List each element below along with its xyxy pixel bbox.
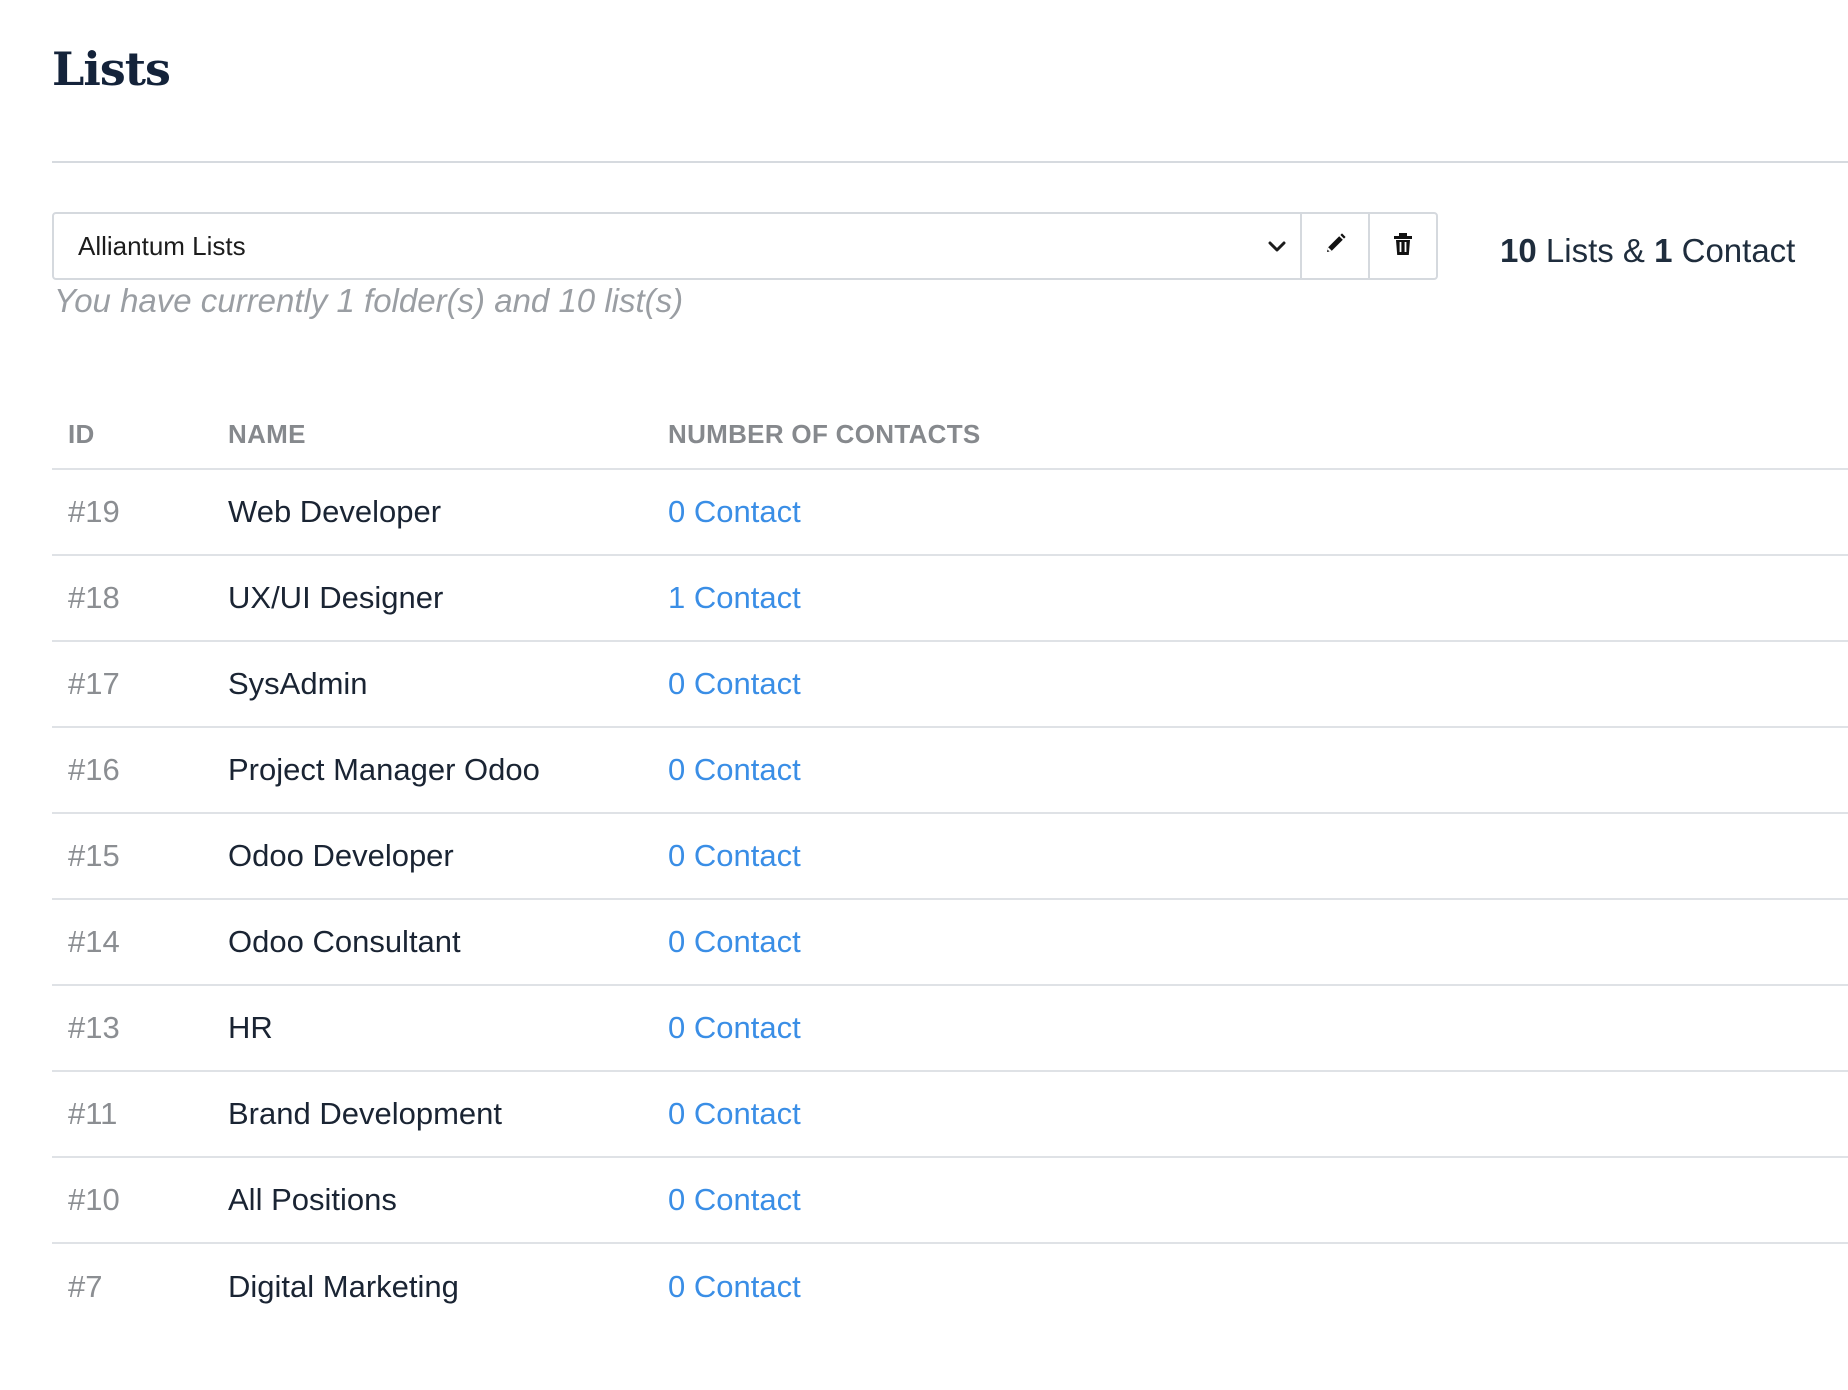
row-id: #19 (68, 494, 120, 529)
row-id: #18 (68, 580, 120, 615)
folder-toolbar: Alliantum Lists (52, 212, 1438, 280)
row-name[interactable]: All Positions (228, 1182, 397, 1218)
contacts-label: Contact (1672, 232, 1796, 269)
row-id: #15 (68, 838, 120, 873)
row-id: #11 (68, 1096, 118, 1131)
row-contacts-link[interactable]: 0 Contact (668, 838, 801, 874)
table-row[interactable]: #16 Project Manager Odoo 0 Contact (52, 728, 1848, 814)
header-contacts[interactable]: NUMBER OF CONTACTS (668, 419, 981, 450)
table-row[interactable]: #7 Digital Marketing 0 Contact (52, 1244, 1848, 1330)
table-row[interactable]: #11 Brand Development 0 Contact (52, 1072, 1848, 1158)
folder-select[interactable]: Alliantum Lists (54, 214, 1300, 278)
row-name[interactable]: Web Developer (228, 494, 441, 530)
page-title: Lists (52, 42, 171, 96)
table-row[interactable]: #18 UX/UI Designer 1 Contact (52, 556, 1848, 642)
row-id: #10 (68, 1182, 120, 1217)
row-name[interactable]: Odoo Consultant (228, 924, 461, 960)
folder-select-value: Alliantum Lists (78, 230, 246, 261)
row-contacts-link[interactable]: 0 Contact (668, 924, 801, 960)
row-name[interactable]: Digital Marketing (228, 1269, 459, 1305)
header-name[interactable]: NAME (228, 419, 306, 450)
row-name[interactable]: Project Manager Odoo (228, 752, 540, 788)
row-contacts-link[interactable]: 0 Contact (668, 1182, 801, 1218)
table-body: #19 Web Developer 0 Contact #18 UX/UI Design… (52, 470, 1848, 1330)
row-id: #7 (68, 1269, 103, 1304)
row-contacts-link[interactable]: 0 Contact (668, 494, 801, 530)
lists-table: ID NAME NUMBER OF CONTACTS #19 Web Develo… (52, 400, 1848, 1330)
lists-summary: 10 Lists & 1 Contact (1500, 232, 1795, 270)
table-row[interactable]: #13 HR 0 Contact (52, 986, 1848, 1072)
table-header: ID NAME NUMBER OF CONTACTS (52, 400, 1848, 470)
row-name[interactable]: HR (228, 1010, 273, 1046)
row-contacts-link[interactable]: 1 Contact (668, 580, 801, 616)
row-contacts-link[interactable]: 0 Contact (668, 1269, 801, 1305)
row-id: #13 (68, 1010, 120, 1045)
row-id: #16 (68, 752, 120, 787)
delete-folder-button[interactable] (1368, 214, 1436, 278)
row-name[interactable]: SysAdmin (228, 666, 368, 702)
folder-help-text: You have currently 1 folder(s) and 10 li… (54, 282, 684, 319)
row-contacts-link[interactable]: 0 Contact (668, 752, 801, 788)
row-contacts-link[interactable]: 0 Contact (668, 666, 801, 702)
contacts-count: 1 (1654, 232, 1673, 269)
header-id[interactable]: ID (68, 419, 95, 450)
chevron-down-icon (1262, 231, 1292, 261)
table-row[interactable]: #19 Web Developer 0 Contact (52, 470, 1848, 556)
lists-label: Lists & (1536, 232, 1655, 269)
row-contacts-link[interactable]: 0 Contact (668, 1010, 801, 1046)
edit-folder-button[interactable] (1300, 214, 1368, 278)
row-contacts-link[interactable]: 0 Contact (668, 1096, 801, 1132)
row-id: #14 (68, 924, 120, 959)
table-row[interactable]: #14 Odoo Consultant 0 Contact (52, 900, 1848, 986)
pencil-icon (1323, 232, 1347, 261)
row-name[interactable]: Odoo Developer (228, 838, 454, 874)
table-row[interactable]: #10 All Positions 0 Contact (52, 1158, 1848, 1244)
table-row[interactable]: #15 Odoo Developer 0 Contact (52, 814, 1848, 900)
lists-count: 10 (1500, 232, 1537, 269)
trash-icon (1392, 232, 1414, 261)
row-name[interactable]: UX/UI Designer (228, 580, 443, 616)
row-id: #17 (68, 666, 120, 701)
table-row[interactable]: #17 SysAdmin 0 Contact (52, 642, 1848, 728)
title-divider (52, 161, 1848, 163)
row-name[interactable]: Brand Development (228, 1096, 502, 1132)
